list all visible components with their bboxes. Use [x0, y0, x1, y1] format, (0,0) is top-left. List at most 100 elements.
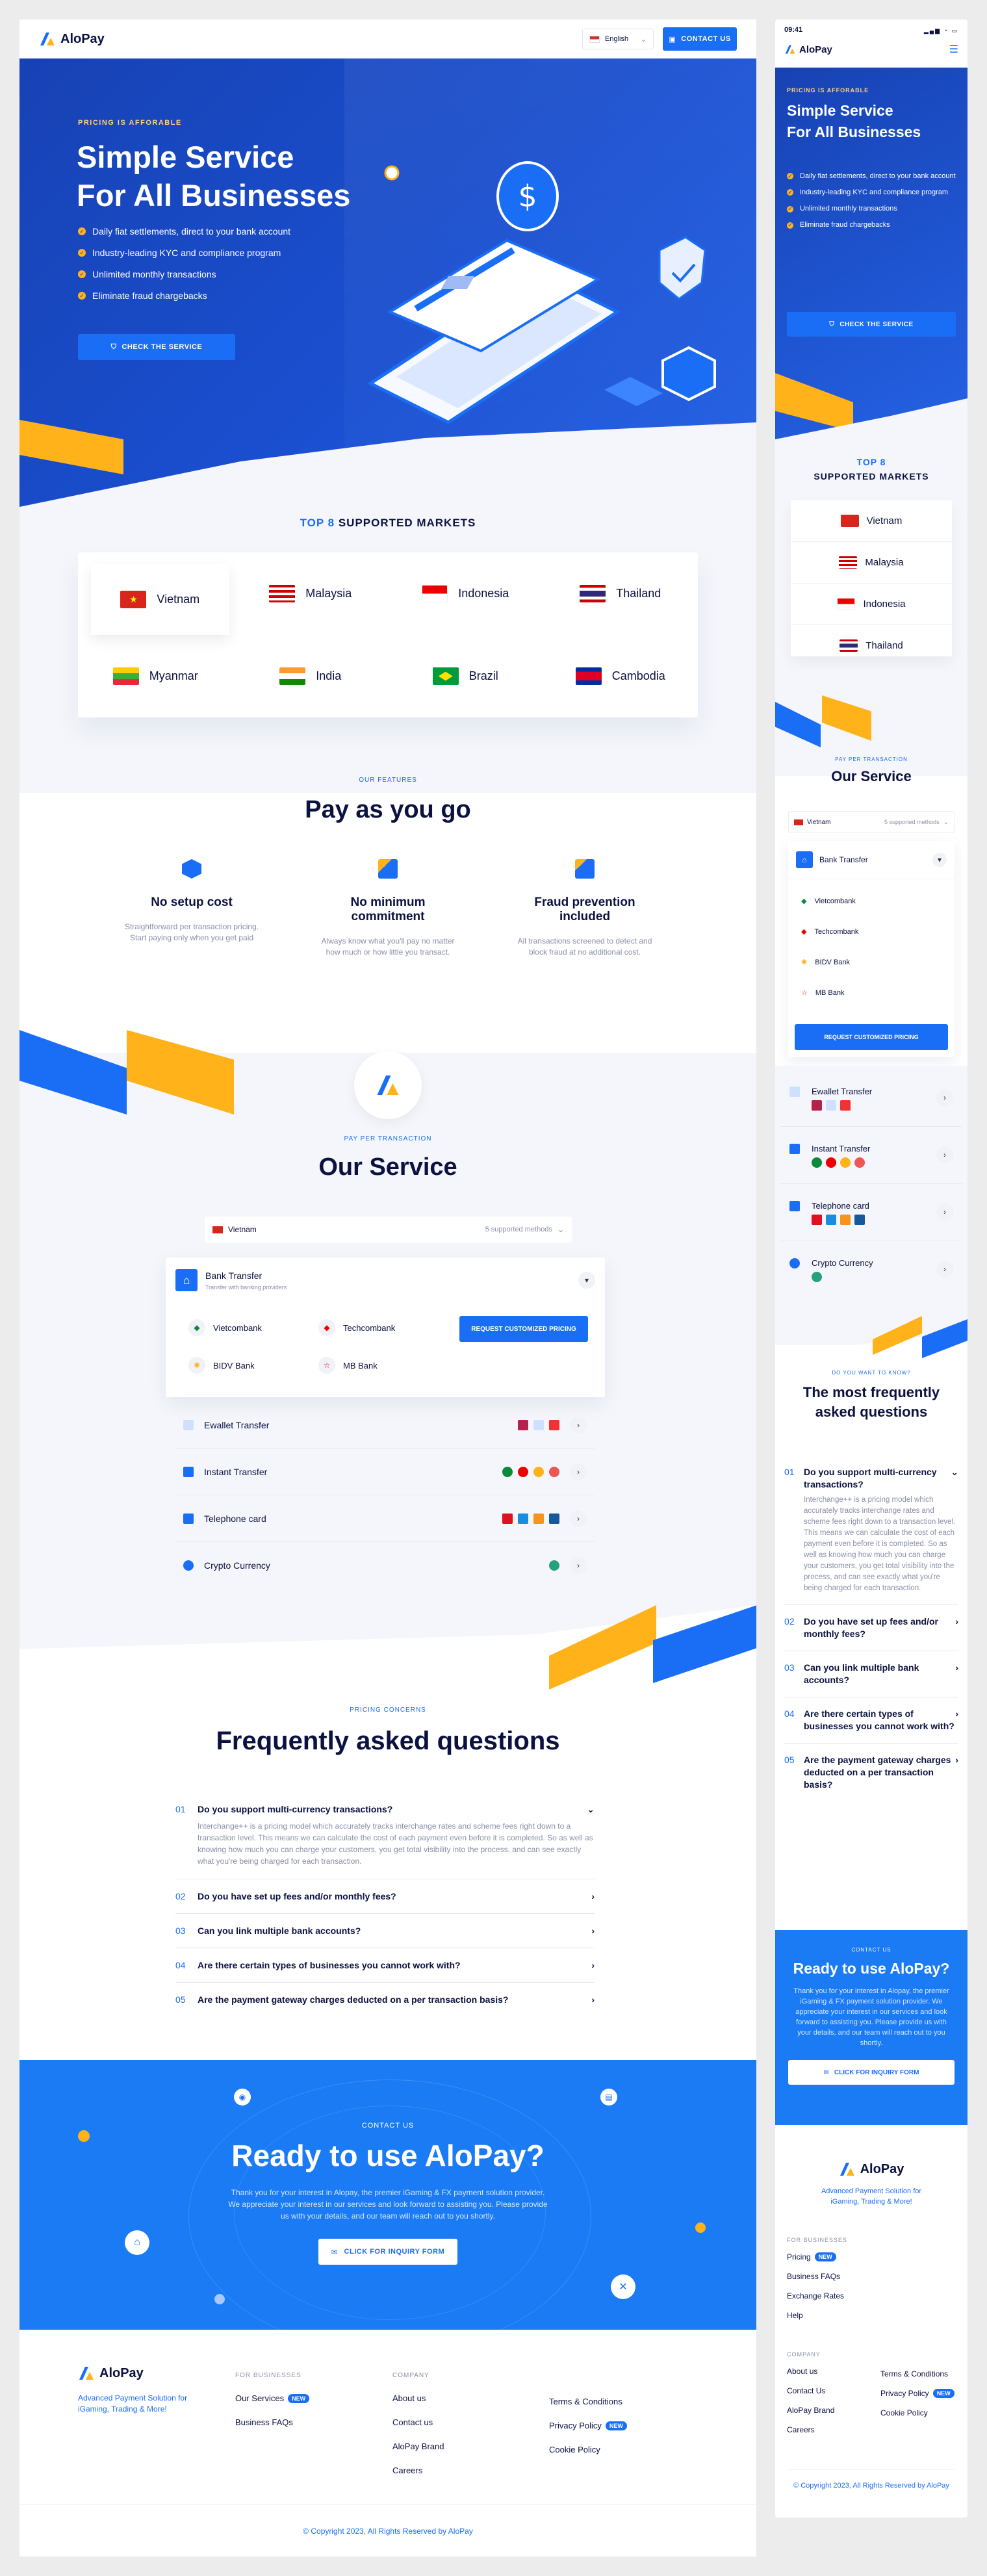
mobile-crypto-row[interactable]: Crypto Currency ›: [780, 1241, 962, 1298]
mobile-footer-help[interactable]: Help: [787, 2311, 847, 2320]
mobile-footer-business-faqs[interactable]: Business FAQs: [787, 2272, 847, 2281]
mobile-market-indonesia[interactable]: Indonesia: [791, 584, 952, 625]
footer-link-brand[interactable]: AloPay Brand: [392, 2441, 444, 2451]
market-cambodia[interactable]: Cambodia: [543, 635, 699, 717]
check-icon: ✓: [78, 227, 86, 235]
faq-item-04[interactable]: 04 Are there certain types of businesses …: [175, 1948, 595, 1983]
faq-item-02[interactable]: 02 Do you have set up fees and/or monthly…: [175, 1879, 595, 1914]
market-indonesia[interactable]: Indonesia: [388, 552, 543, 635]
mobile-faq-item-02[interactable]: 02 Do you have set up fees and/or monthly…: [784, 1605, 958, 1651]
mobile-telephone-row[interactable]: Telephone card ›: [780, 1184, 962, 1241]
chevron-right-icon[interactable]: ›: [936, 1204, 953, 1220]
techcombank-logo-icon: ◆: [318, 1319, 335, 1336]
faq-item-01[interactable]: 01 Do you support multi-currency transact…: [175, 1800, 595, 1879]
menu-icon[interactable]: ☰: [949, 43, 958, 56]
mobile-check-service-button[interactable]: ⛉ CHECK THE SERVICE: [787, 312, 956, 337]
logo[interactable]: AloPay: [39, 31, 105, 47]
mobile-ewallet-row[interactable]: Ewallet Transfer ›: [780, 1070, 962, 1127]
bank-vietcombank[interactable]: ◆ Vietcombank: [188, 1319, 318, 1336]
mobile-service-methods: Ewallet Transfer › Instant Transfer › Tele…: [780, 1070, 962, 1298]
alopay-logo-icon: [40, 32, 55, 45]
faq-item-03[interactable]: 03 Can you link multiple bank accounts? ›: [175, 1914, 595, 1948]
country-select[interactable]: Vietnam 5 supported methods ⌄: [205, 1217, 572, 1243]
mobile-footer-contact[interactable]: Contact Us: [787, 2386, 834, 2395]
bank-transfer-header[interactable]: ⌂ Bank Transfer Transfer with banking pro…: [166, 1257, 605, 1303]
cambodia-flag-icon: [575, 667, 602, 685]
market-thailand[interactable]: Thailand: [543, 552, 699, 635]
footer-link-careers[interactable]: Careers: [392, 2466, 444, 2475]
telephone-card-row[interactable]: Telephone card ›: [175, 1495, 595, 1542]
mobile-market-vietnam[interactable]: Vietnam: [791, 500, 952, 542]
language-select[interactable]: English ⌄: [582, 29, 654, 49]
market-myanmar[interactable]: Myanmar: [78, 635, 233, 717]
chevron-right-icon[interactable]: ›: [570, 1463, 587, 1480]
mobile-footer-about[interactable]: About us: [787, 2367, 834, 2376]
footer-link-business-faqs[interactable]: Business FAQs: [235, 2417, 309, 2427]
chevron-right-icon[interactable]: ›: [936, 1089, 953, 1106]
mobile-market-malaysia[interactable]: Malaysia: [791, 542, 952, 584]
bank-techcombank[interactable]: ◆ Techcombank: [318, 1319, 448, 1336]
chevron-right-icon: ›: [591, 1960, 595, 1970]
market-malaysia[interactable]: Malaysia: [233, 552, 389, 635]
contact-us-button[interactable]: ▣ CONTACT US: [663, 27, 737, 51]
market-vietnam[interactable]: ★ Vietnam: [91, 564, 229, 635]
mobile-footer-privacy[interactable]: Privacy Policy NEW: [880, 2389, 955, 2398]
market-brazil[interactable]: Brazil: [388, 635, 543, 717]
mobile-request-pricing-button[interactable]: REQUEST CUSTOMIZED PRICING: [795, 1024, 948, 1050]
india-flag-icon: [279, 667, 306, 685]
mobile-footer-exchange-rates[interactable]: Exchange Rates: [787, 2291, 847, 2300]
footer-col-businesses: FOR BUSINESSES Our Services NEW Business …: [235, 2372, 310, 2441]
mobile-logo[interactable]: AloPay: [784, 44, 832, 55]
bank-icon: ⌂: [796, 851, 813, 868]
footer-link-privacy[interactable]: Privacy Policy NEW: [549, 2421, 627, 2430]
footer-link-terms[interactable]: Terms & Conditions: [549, 2397, 627, 2406]
footer-logo[interactable]: AloPay: [78, 2365, 192, 2381]
chevron-right-icon[interactable]: ›: [570, 1510, 587, 1527]
footer-link-about[interactable]: About us: [392, 2393, 444, 2403]
chevron-down-icon[interactable]: ▾: [578, 1272, 595, 1289]
bank-mb[interactable]: ☆ MB Bank: [801, 977, 942, 1008]
footer-link-cookie[interactable]: Cookie Policy: [549, 2445, 627, 2454]
request-pricing-button[interactable]: REQUEST CUSTOMIZED PRICING: [459, 1316, 588, 1342]
chevron-right-icon[interactable]: ›: [936, 1146, 953, 1163]
mobile-footer-brand[interactable]: AloPay Brand: [787, 2406, 834, 2415]
footer-link-our-services[interactable]: Our Services NEW: [235, 2393, 310, 2403]
bank-vietcombank[interactable]: ◆ Vietcombank: [801, 886, 942, 916]
mobile-bank-header[interactable]: ⌂ Bank Transfer ▾: [788, 841, 955, 879]
mobile-footer-logo[interactable]: AloPay: [775, 2161, 968, 2177]
vietnam-flag-icon: [212, 1226, 223, 1233]
chevron-right-icon[interactable]: ›: [936, 1261, 953, 1278]
inquiry-form-button[interactable]: ✉ CLICK FOR INQUIRY FORM: [318, 2239, 457, 2265]
chevron-right-icon: ›: [955, 1708, 958, 1719]
vietnam-flag-icon: [840, 515, 859, 527]
chevron-right-icon[interactable]: ›: [570, 1557, 587, 1574]
market-india[interactable]: India: [233, 635, 389, 717]
alopay-logo-icon: [840, 2163, 854, 2176]
mobile-market-thailand[interactable]: Thailand: [791, 625, 952, 656]
chevron-down-icon[interactable]: ▾: [932, 853, 947, 867]
chevron-right-icon[interactable]: ›: [570, 1416, 587, 1434]
mobile-faq-item-04[interactable]: 04 Are there certain types of businesses …: [784, 1697, 958, 1744]
bank-bidv[interactable]: ✺ BIDV Bank: [801, 947, 942, 977]
bank-mb[interactable]: ☆ MB Bank: [318, 1357, 448, 1374]
faq-item-05[interactable]: 05 Are the payment gateway charges deduct…: [175, 1983, 595, 2016]
mobile-faq-item-01[interactable]: 01 Do you support multi-currency transact…: [784, 1456, 958, 1605]
mobile-footer-pricing[interactable]: Pricing NEW: [787, 2252, 847, 2261]
mobile-inquiry-button[interactable]: ✉ CLICK FOR INQUIRY FORM: [788, 2060, 955, 2085]
mobile-footer-terms[interactable]: Terms & Conditions: [880, 2369, 955, 2378]
mobile-footer-careers[interactable]: Careers: [787, 2425, 834, 2434]
mobile-footer-cookie[interactable]: Cookie Policy: [880, 2408, 955, 2417]
footer-link-contact[interactable]: Contact us: [392, 2417, 444, 2427]
ewallet-transfer-row[interactable]: Ewallet Transfer ›: [175, 1402, 595, 1449]
mobile-instant-row[interactable]: Instant Transfer ›: [780, 1127, 962, 1184]
mobile-faq-item-05[interactable]: 05 Are the payment gateway charges deduct…: [784, 1744, 958, 1801]
bank-techcombank[interactable]: ◆ Techcombank: [801, 916, 942, 947]
mobile-country-select[interactable]: Vietnam 5 supported methods ⌄: [788, 811, 955, 833]
instant-transfer-row[interactable]: Instant Transfer ›: [175, 1449, 595, 1495]
vietcombank-logo-icon: ◆: [188, 1319, 205, 1336]
crypto-currency-row[interactable]: Crypto Currency ›: [175, 1542, 595, 1589]
check-service-button[interactable]: ⛉ CHECK THE SERVICE: [78, 334, 235, 360]
mb-bank-logo-icon: ☆: [801, 989, 808, 997]
mobile-faq-item-03[interactable]: 03 Can you link multiple bank accounts? ›: [784, 1651, 958, 1697]
bank-bidv[interactable]: ✺ BIDV Bank: [188, 1357, 318, 1374]
